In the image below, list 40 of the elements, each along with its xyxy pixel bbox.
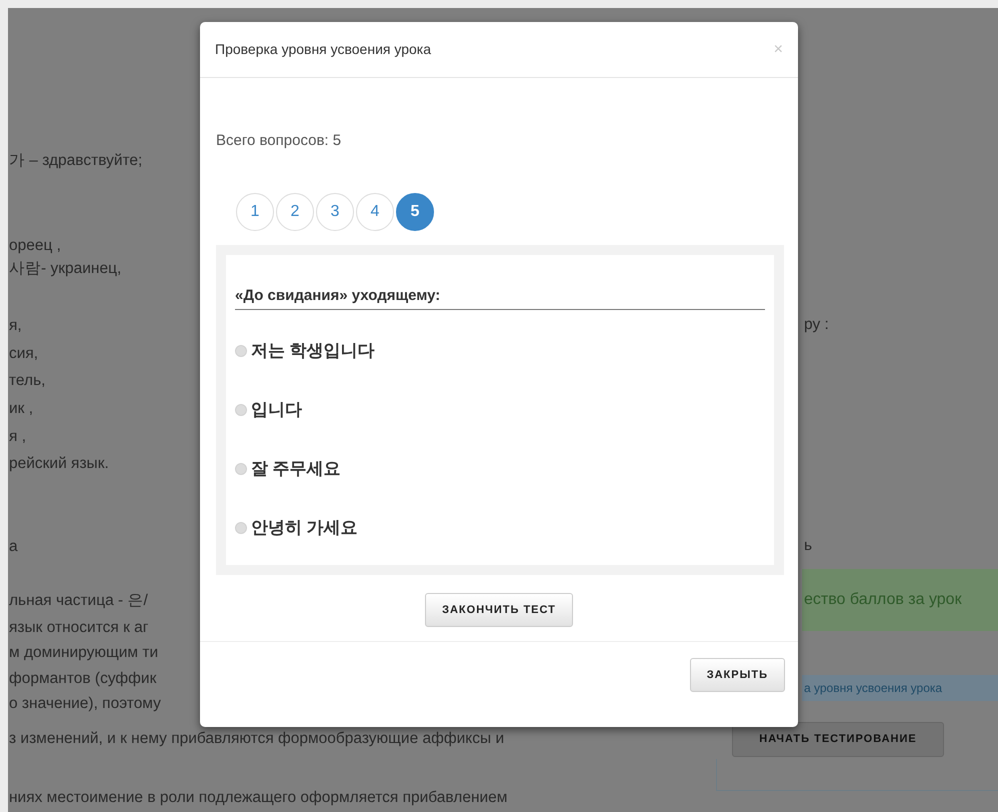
option-label[interactable]: 입니다 bbox=[251, 397, 302, 423]
text-line: я , bbox=[9, 427, 28, 447]
text-line: формантов (суффик bbox=[9, 669, 158, 689]
test-alert: а уровня усвоения урока bbox=[802, 675, 998, 701]
text-line: ру : bbox=[803, 315, 830, 335]
text-line: ь bbox=[803, 536, 814, 556]
dialog-title: Проверка уровня усвоения урока bbox=[215, 40, 432, 59]
finish-test-button[interactable]: ЗАКОНЧИТЬ ТЕСТ bbox=[425, 593, 573, 627]
text-line: ик , bbox=[9, 399, 34, 419]
question-text: «До свидания» уходящему: bbox=[235, 284, 765, 310]
page-button[interactable]: 5 bbox=[396, 192, 434, 230]
text-line: льная частица - 은/ bbox=[9, 591, 149, 611]
text-line: ореец , bbox=[9, 236, 62, 256]
option-label[interactable]: 저는 학생입니다 bbox=[251, 338, 375, 364]
text-line: 가 – здравствуйте; bbox=[9, 151, 144, 171]
text-line: рейский язык. bbox=[9, 454, 110, 474]
text-line: м доминирующим ти bbox=[9, 643, 160, 663]
start-test-button[interactable]: НАЧАТЬ ТЕСТИРОВАНИЕ bbox=[732, 722, 944, 757]
text-line: сия, bbox=[9, 344, 40, 364]
text-line: я, bbox=[9, 316, 23, 336]
text-line: з изменений, и к нему прибавляются формообразующие аффиксы и bbox=[9, 729, 506, 749]
text-line: тель, bbox=[9, 371, 46, 391]
radio-button[interactable] bbox=[235, 463, 247, 475]
text-line: 사람- украинец, bbox=[9, 259, 122, 279]
page-button[interactable]: 2 bbox=[276, 192, 314, 230]
page-button[interactable]: 4 bbox=[356, 192, 394, 230]
radio-button[interactable] bbox=[235, 522, 247, 534]
question-count: Всего вопросов: 5 bbox=[216, 131, 342, 151]
score-alert: ество баллов за урок bbox=[802, 569, 998, 631]
option-label[interactable]: 잘 주무세요 bbox=[251, 456, 341, 482]
radio-button[interactable] bbox=[235, 345, 247, 357]
text-line: язык относится к аг bbox=[9, 618, 150, 638]
text-line: о значение), поэтому bbox=[9, 694, 162, 714]
page-button[interactable]: 3 bbox=[316, 192, 354, 230]
option-label[interactable]: 안녕히 가세요 bbox=[251, 515, 358, 541]
close-button[interactable]: ЗАКРЫТЬ bbox=[690, 658, 785, 692]
page-button[interactable]: 1 bbox=[236, 192, 274, 230]
text-line: а bbox=[9, 537, 19, 557]
radio-button[interactable] bbox=[235, 404, 247, 416]
text-line: ниях местоимение в роли подлежащего оформляется прибавлением bbox=[9, 788, 508, 808]
